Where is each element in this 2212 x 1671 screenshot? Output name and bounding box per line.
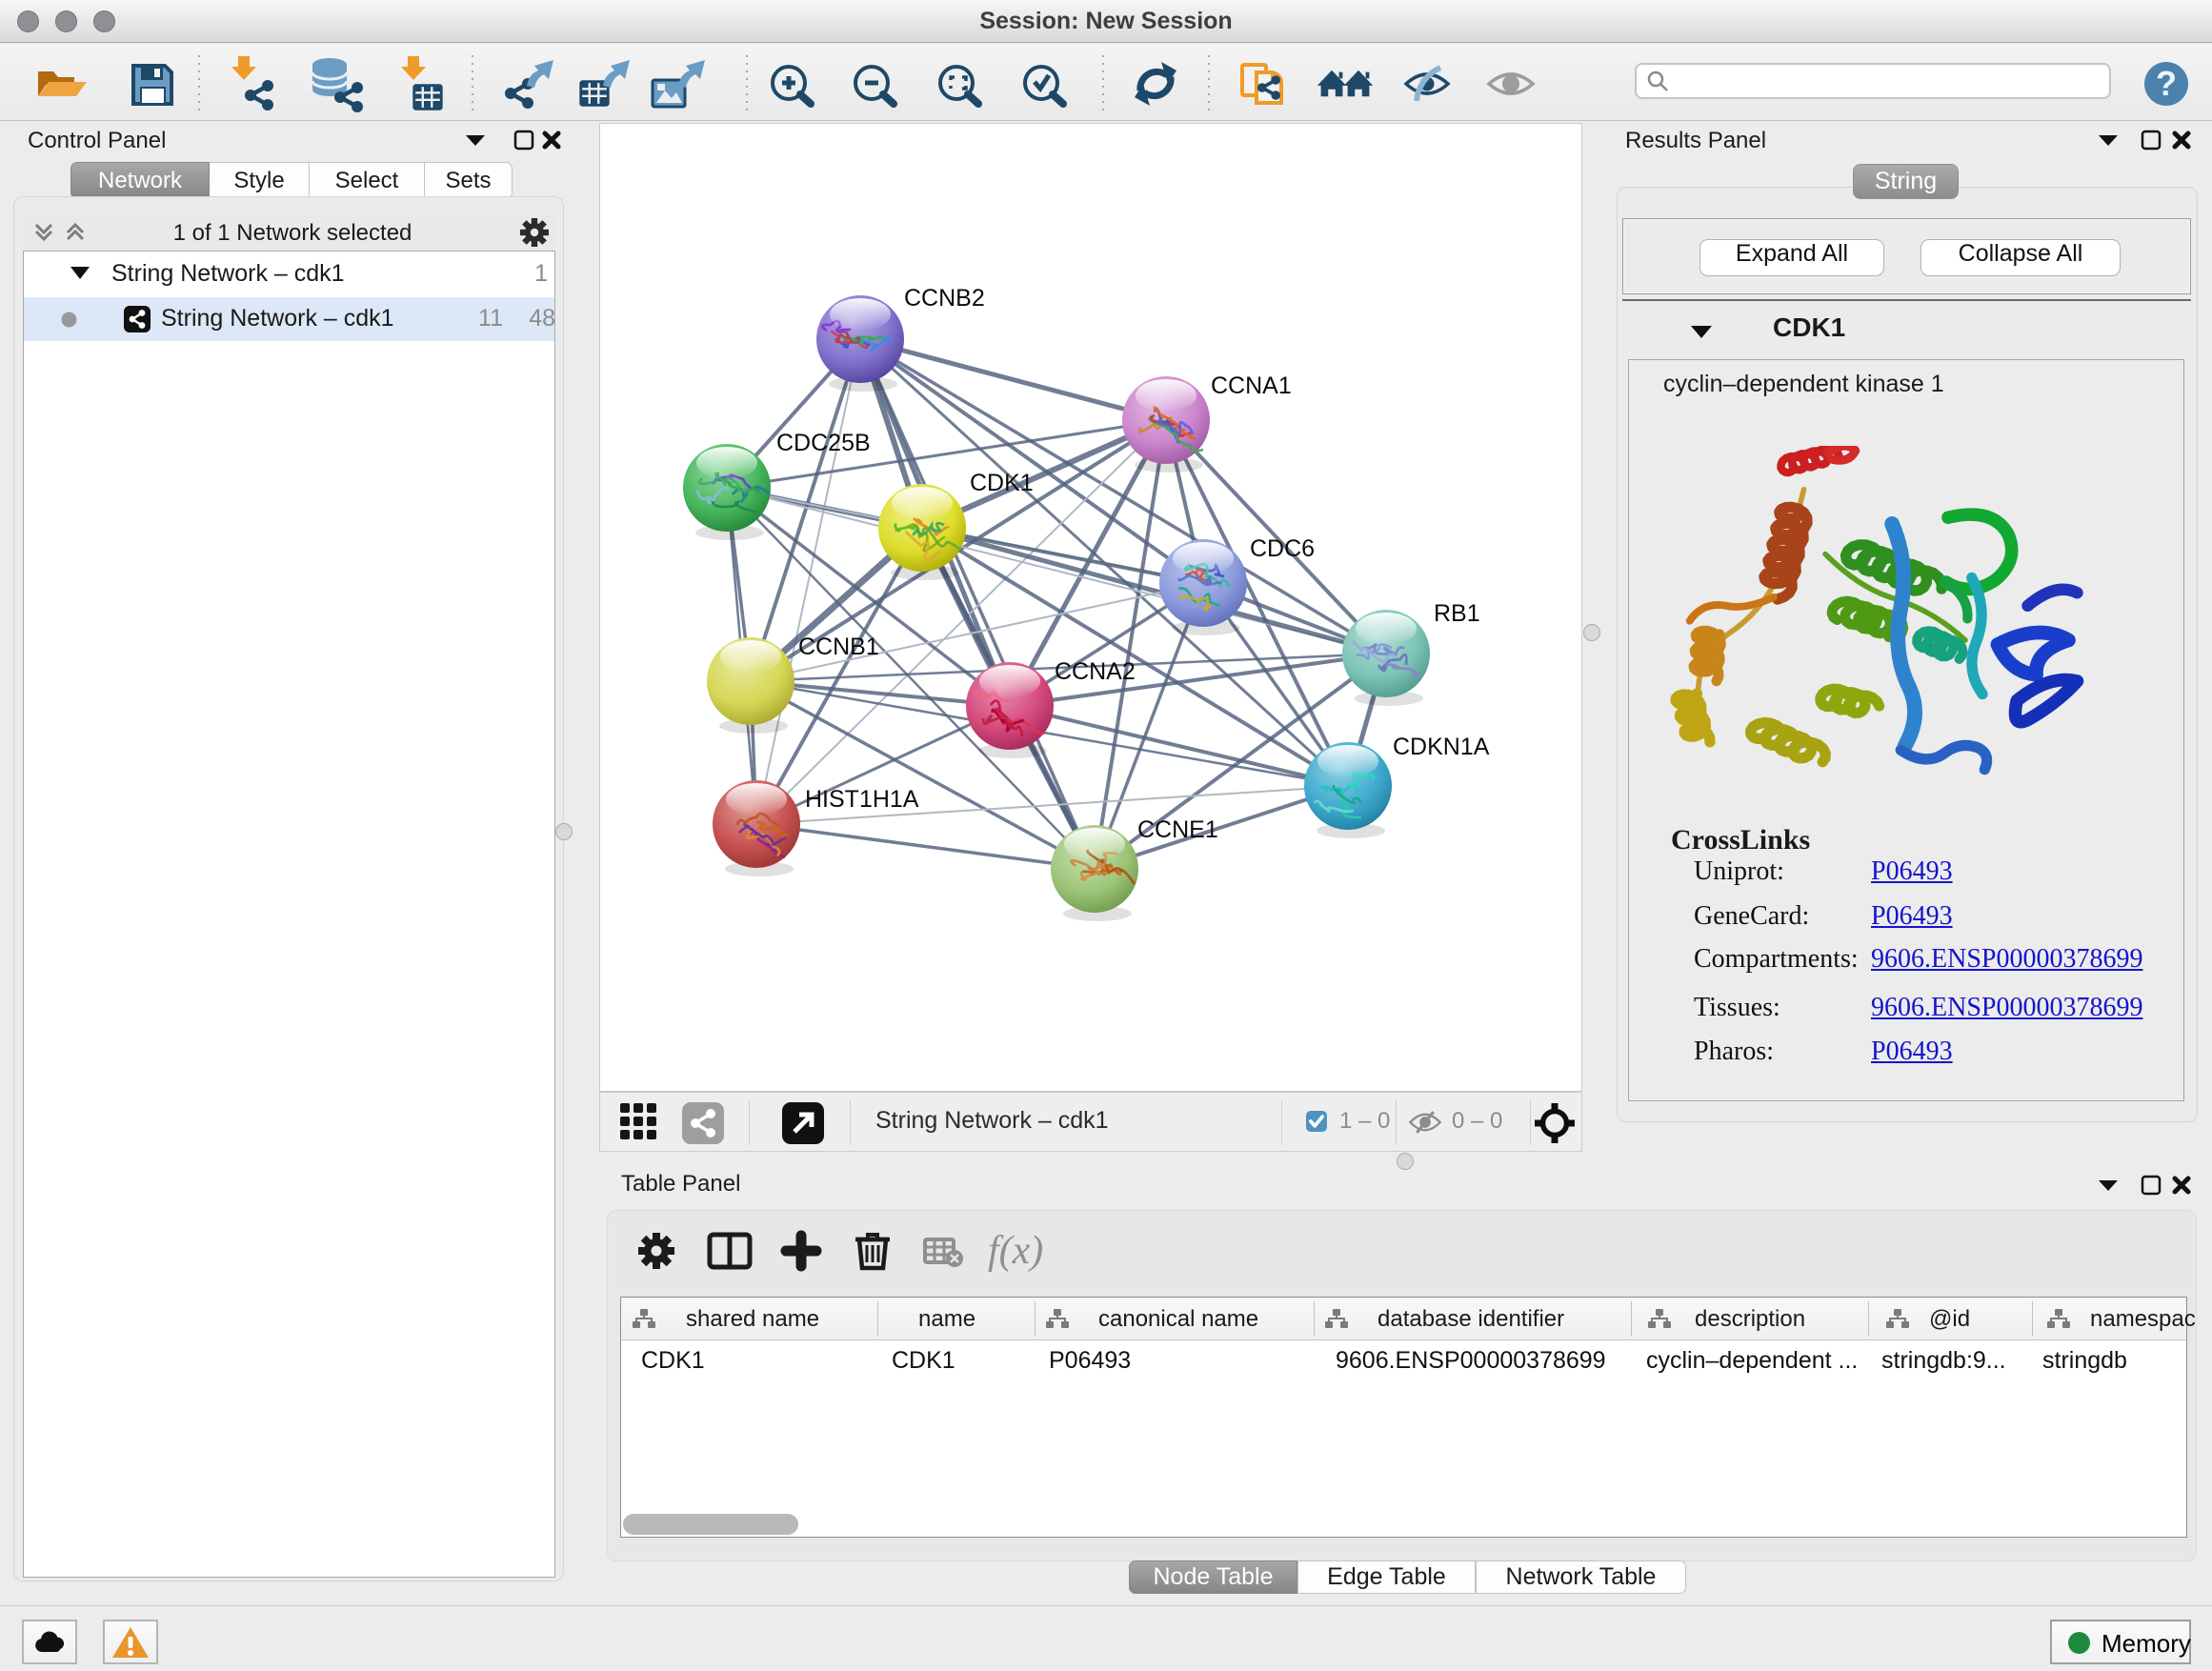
svg-text:CDK1: CDK1 [970,470,1034,496]
svg-text:1 of 1 Network selected: 1 of 1 Network selected [173,220,412,246]
svg-text:CCNE1: CCNE1 [1137,816,1218,843]
svg-text:CDC6: CDC6 [1250,535,1315,562]
svg-text:CCNA1: CCNA1 [1211,372,1292,399]
svg-text:CDC25B: CDC25B [776,430,871,456]
svg-text:?: ? [2156,64,2177,103]
svg-text:CCNB1: CCNB1 [798,634,879,660]
svg-text:f(x): f(x) [988,1229,1043,1273]
svg-text:RB1: RB1 [1434,600,1480,627]
svg-text:CDKN1A: CDKN1A [1393,734,1490,760]
svg-text:CCNB2: CCNB2 [904,285,985,312]
svg-text:HIST1H1A: HIST1H1A [805,786,919,813]
svg-text:CCNA2: CCNA2 [1055,658,1136,685]
